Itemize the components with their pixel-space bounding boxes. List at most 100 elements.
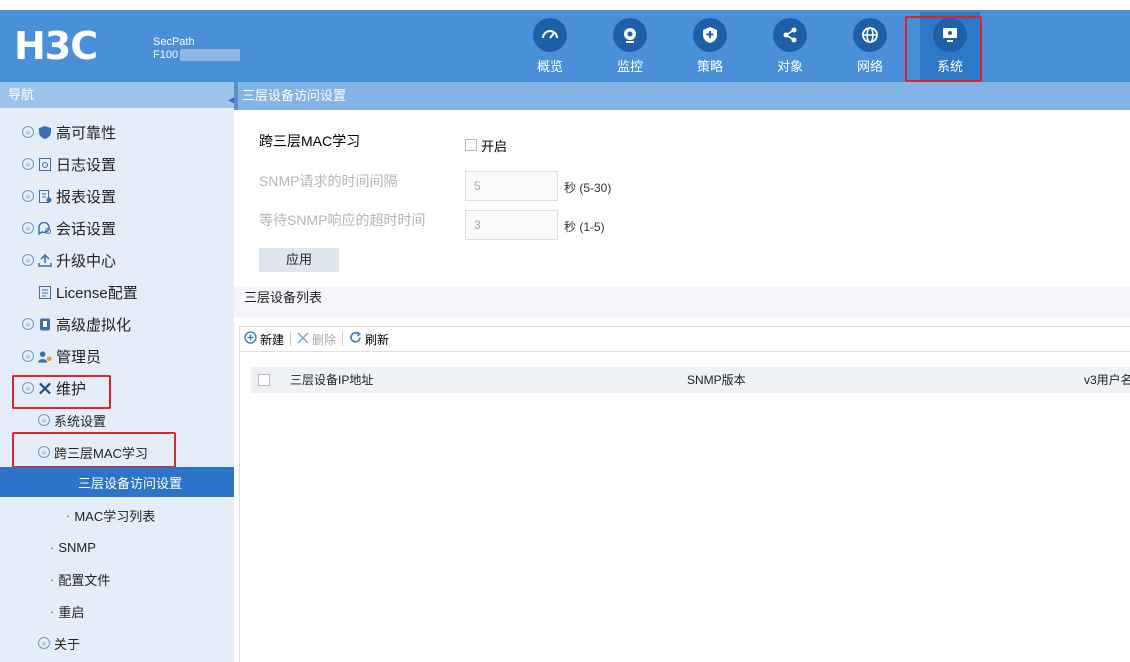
column-v3-username[interactable]: v3用户名	[1084, 367, 1130, 393]
sidebar-item-l3-device-access[interactable]: 三层设备访问设置	[0, 467, 234, 497]
globe-icon	[853, 18, 887, 52]
column-snmp-version[interactable]: SNMP版本	[687, 367, 746, 393]
sidebar-item-maintenance[interactable]: » 维护	[0, 373, 234, 403]
expand-icon: »	[38, 637, 50, 649]
sidebar-item-about[interactable]: » 关于	[0, 628, 234, 658]
session-icon	[38, 221, 52, 235]
product-name: SecPath F100	[153, 36, 241, 62]
sidebar-item-reboot[interactable]: · 重启	[0, 596, 234, 626]
delete-button[interactable]: 删除	[297, 331, 336, 348]
apply-button[interactable]: 应用	[259, 248, 339, 272]
sidebar-header: 导航 ◀	[0, 82, 236, 108]
redacted-mask	[180, 49, 241, 62]
sidebar-item-admin[interactable]: » 管理员	[0, 341, 234, 371]
license-icon	[38, 285, 52, 299]
plus-circle-icon	[244, 331, 257, 347]
sidebar-item-label: 报表设置	[56, 188, 117, 206]
sidebar-item-label: 高可靠性	[56, 124, 117, 142]
device-table: 三层设备IP地址 SNMP版本 v3用户名	[239, 352, 1130, 662]
nav-system[interactable]: 系统	[920, 12, 980, 82]
bullet-icon: ·	[50, 539, 55, 555]
bullet-icon: ·	[50, 603, 55, 619]
enable-checkbox[interactable]	[465, 139, 477, 151]
table-header: 三层设备IP地址 SNMP版本 v3用户名	[251, 367, 1130, 393]
bullet-icon: ·	[66, 507, 71, 523]
product-line1: SecPath	[153, 36, 195, 48]
sidebar-title: 导航	[8, 87, 35, 102]
expand-icon: »	[22, 350, 34, 362]
nav-object[interactable]: 对象	[760, 18, 820, 76]
close-icon	[297, 331, 309, 347]
snmp-timeout-input[interactable]: 3	[465, 210, 558, 240]
new-label: 新建	[260, 332, 285, 347]
nav-overview-label: 概览	[536, 59, 563, 74]
camera-icon	[613, 18, 647, 52]
nav-monitor[interactable]: 监控	[600, 18, 660, 76]
sidebar-item-label: 会话设置	[56, 220, 117, 238]
expand-icon: »	[38, 414, 50, 426]
refresh-icon	[349, 331, 362, 347]
mac-learning-label: 跨三层MAC学习	[259, 133, 361, 149]
select-all-checkbox[interactable]	[258, 374, 270, 386]
sidebar-item-log-settings[interactable]: » 日志设置	[0, 149, 234, 179]
content-header: 三层设备访问设置	[234, 82, 1130, 110]
header-accent	[234, 82, 238, 110]
sidebar-item-label: 跨三层MAC学习	[54, 445, 148, 461]
sidebar-item-license[interactable]: License配置	[0, 277, 234, 307]
nav-system-label: 系统	[936, 59, 963, 74]
snmp-interval-unit: 秒 (5-30)	[564, 181, 612, 195]
admin-icon	[38, 349, 52, 363]
page-title: 三层设备访问设置	[242, 88, 347, 103]
sidebar-item-mac-learning-list[interactable]: · MAC学习列表	[0, 500, 234, 530]
snmp-interval-input[interactable]: 5	[465, 171, 558, 201]
sidebar-item-label: MAC学习列表	[74, 508, 156, 524]
expand-icon: »	[22, 222, 34, 234]
virtualization-icon	[38, 317, 52, 331]
sidebar-item-label: 系统设置	[54, 413, 107, 429]
monitor-settings-icon	[933, 18, 967, 52]
top-header: H3C SecPath F100 概览 监控 策略 对象 网络 系统	[0, 0, 1130, 82]
collapse-icon: »	[22, 382, 34, 394]
sidebar-item-system-settings[interactable]: » 系统设置	[0, 405, 234, 435]
expand-icon: »	[22, 126, 34, 138]
sidebar-item-snmp[interactable]: · SNMP	[0, 532, 234, 562]
sidebar-item-label: 配置文件	[58, 572, 111, 588]
sidebar-item-label: 升级中心	[56, 252, 117, 270]
nav-network-label: 网络	[856, 59, 883, 74]
sidebar-item-upgrade-center[interactable]: » 升级中心	[0, 245, 234, 275]
report-icon	[38, 189, 52, 203]
sidebar-item-label: SNMP	[58, 539, 96, 555]
sidebar-item-advanced-virtualization[interactable]: » 高级虚拟化	[0, 309, 234, 339]
column-ip[interactable]: 三层设备IP地址	[290, 367, 373, 393]
snmp-interval-label: SNMP请求的时间间隔	[259, 173, 398, 189]
nav-policy[interactable]: 策略	[680, 18, 740, 76]
sidebar-item-label: 维护	[56, 380, 87, 398]
new-button[interactable]: 新建	[244, 331, 284, 348]
enable-label: 开启	[481, 139, 508, 154]
list-section-title: 三层设备列表	[234, 287, 1130, 317]
product-line2: F100	[153, 49, 179, 61]
expand-icon: »	[22, 254, 34, 266]
refresh-label: 刷新	[365, 332, 390, 347]
toolbar-divider	[342, 332, 344, 346]
refresh-button[interactable]: 刷新	[349, 331, 389, 348]
sidebar-item-report-settings[interactable]: » 报表设置	[0, 181, 234, 211]
sidebar-item-high-availability[interactable]: » 高可靠性	[0, 117, 234, 147]
nav-network[interactable]: 网络	[840, 18, 900, 76]
sidebar-item-session-settings[interactable]: » 会话设置	[0, 213, 234, 243]
sidebar-item-config-file[interactable]: · 配置文件	[0, 564, 234, 594]
expand-icon: »	[22, 318, 34, 330]
share-icon	[773, 18, 807, 52]
sidebar-item-cross-l3-mac[interactable]: » 跨三层MAC学习	[0, 437, 234, 467]
delete-label: 删除	[312, 332, 337, 347]
sidebar-item-label: 日志设置	[56, 156, 117, 174]
snmp-timeout-unit: 秒 (1-5)	[564, 220, 605, 234]
sidebar-item-label: 高级虚拟化	[56, 316, 132, 334]
upgrade-icon	[38, 253, 52, 267]
tools-icon	[38, 381, 52, 395]
bullet-icon: ·	[50, 571, 55, 587]
nav-overview[interactable]: 概览	[520, 18, 580, 76]
gauge-icon	[533, 18, 567, 52]
snmp-timeout-label: 等待SNMP响应的超时时间	[259, 212, 426, 228]
collapse-icon: »	[38, 446, 50, 458]
